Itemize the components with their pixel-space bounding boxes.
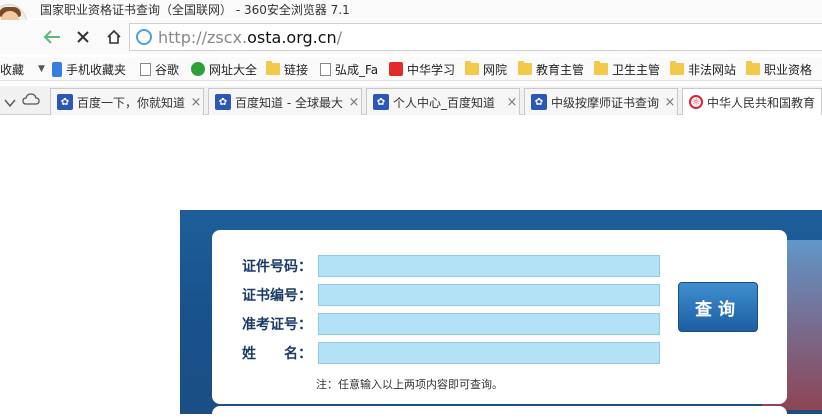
cloud-icon[interactable] [22, 92, 40, 108]
tab-baidu-home[interactable]: ✿ 百度一下，你就知道 × [50, 88, 204, 115]
tab-strip: ✿ 百度一下，你就知道 × ✿ 百度知道 - 全球最大 × ✿ 个人中心_百度知… [0, 86, 822, 115]
home-icon [107, 29, 121, 44]
bookmark-item[interactable]: 卫生主管 [594, 60, 660, 78]
id-number-input[interactable] [318, 255, 660, 277]
close-tab-icon[interactable]: × [505, 95, 519, 110]
bookmark-item[interactable]: 中华学习 [389, 60, 455, 78]
window-title: 国家职业资格证书查询（全国联网） - 360安全浏览器 7.1 [40, 3, 350, 17]
bookmark-favorites-menu[interactable]: 收藏 ▼ [0, 60, 45, 78]
id-number-label: 证件号码： [242, 259, 312, 275]
cert-number-label: 证书编号： [242, 288, 312, 304]
tab-baidu-zhidao[interactable]: ✿ 百度知道 - 全球最大 × [208, 88, 362, 115]
folder-icon [670, 61, 684, 75]
folder-icon [594, 61, 608, 75]
name-input[interactable] [318, 342, 660, 364]
bookmarks-bar: 收藏 ▼ 手机收藏夹 谷歌 网址大全 链接 弘成_Fa 中华学习 网院 教育主管… [0, 57, 822, 81]
address-bar[interactable]: http://zscx.osta.org.cn/ [129, 23, 822, 51]
baidu-paw-icon: ✿ [215, 94, 231, 110]
phone-icon [52, 61, 62, 77]
folder-icon [266, 61, 280, 75]
bookmark-item[interactable]: 手机收藏夹 [52, 60, 126, 78]
close-tab-icon[interactable]: × [347, 95, 361, 110]
bookmark-item[interactable]: 职业资格 [746, 60, 812, 78]
bookmark-item[interactable]: 谷歌 [140, 60, 179, 78]
page-content: 证件号码： 证书编号： 准考证号： 姓 名： 查询 注：任意输入以上两项内容即可… [0, 116, 822, 418]
folder-icon [746, 61, 760, 75]
folder-icon [518, 61, 532, 75]
back-arrow-icon [43, 30, 60, 44]
close-tab-icon[interactable]: × [663, 95, 677, 110]
dropdown-arrow-icon: ▼ [38, 64, 45, 74]
baidu-paw-icon: ✿ [531, 94, 547, 110]
bookmark-item[interactable]: 弘成_Fa [320, 60, 378, 78]
lower-panel [212, 406, 787, 418]
gov-emblem-icon: ☼ [689, 95, 703, 109]
bookmark-item[interactable]: 非法网站 [670, 60, 736, 78]
globe-icon [191, 62, 205, 76]
stop-button[interactable] [71, 25, 95, 49]
bookmark-item[interactable]: 链接 [266, 60, 308, 78]
name-label: 姓 名： [242, 346, 312, 362]
exam-ticket-row: 准考证号： [242, 313, 660, 335]
tab-moe[interactable]: ☼ 中华人民共和国教育 [682, 88, 822, 115]
tab-menu-icon[interactable] [4, 94, 16, 108]
cert-number-input[interactable] [318, 284, 660, 306]
exam-ticket-input[interactable] [318, 313, 660, 335]
cert-number-row: 证书编号： [242, 284, 660, 306]
close-x-icon [77, 31, 89, 43]
bookmark-item[interactable]: 网院 [465, 60, 507, 78]
back-button[interactable] [40, 25, 64, 49]
exam-ticket-label: 准考证号： [242, 317, 312, 333]
baidu-paw-icon: ✿ [373, 94, 389, 110]
tab-massage-cert[interactable]: ✿ 中级按摩师证书查询 × [524, 88, 678, 115]
form-note: 注：任意输入以上两项内容即可查询。 [316, 378, 503, 391]
id-number-row: 证件号码： [242, 255, 660, 277]
red-c-icon [389, 62, 403, 76]
page-icon [140, 62, 151, 76]
query-button[interactable]: 查询 [678, 282, 758, 332]
bookmark-item[interactable]: 网址大全 [191, 60, 257, 78]
tab-personal-center[interactable]: ✿ 个人中心_百度知道 × [366, 88, 520, 115]
site-globe-icon [136, 29, 152, 45]
close-tab-icon[interactable]: × [189, 95, 203, 110]
bookmark-item[interactable]: 教育主管 [518, 60, 584, 78]
folder-icon [465, 61, 479, 75]
title-bar: 国家职业资格证书查询（全国联网） - 360安全浏览器 7.1 [0, 0, 822, 48]
home-button[interactable] [102, 25, 126, 49]
page-icon [320, 62, 331, 76]
name-row: 姓 名： [242, 342, 660, 364]
query-form-panel: 证件号码： 证书编号： 准考证号： 姓 名： 查询 注：任意输入以上两项内容即可… [212, 230, 787, 404]
url-text[interactable]: http://zscx.osta.org.cn/ [158, 28, 342, 47]
baidu-paw-icon: ✿ [57, 94, 73, 110]
